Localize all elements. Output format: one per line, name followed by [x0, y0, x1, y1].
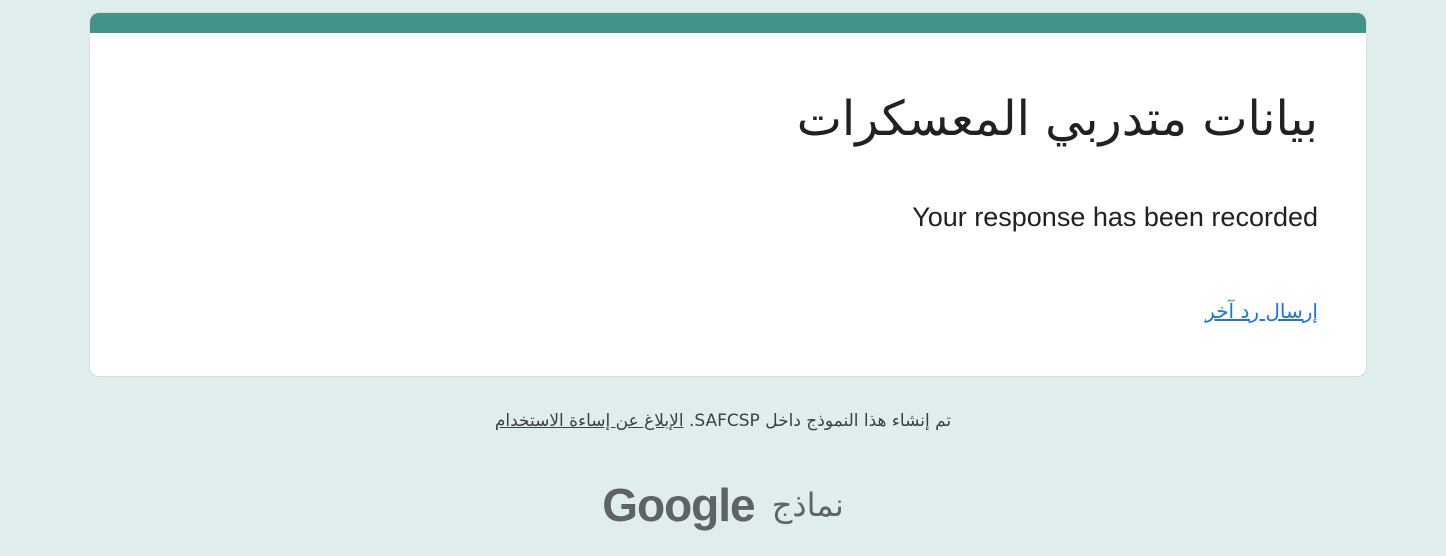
report-abuse-link[interactable]: الإبلاغ عن إساءة الاستخدام: [495, 411, 684, 431]
brand-google-label: Google: [602, 479, 755, 531]
confirmation-message: Your response has been recorded: [912, 202, 1318, 232]
google-forms-logo[interactable]: نماذج Google: [0, 478, 1446, 532]
brand-forms-label: نماذج: [771, 486, 844, 524]
card-accent-bar: [90, 13, 1366, 33]
response-card: بيانات متدربي المعسكرات Your response ha…: [89, 12, 1367, 377]
submit-another-response-link[interactable]: إرسال رد آخر: [1205, 299, 1318, 323]
form-title: بيانات متدربي المعسكرات: [796, 91, 1318, 147]
footer-note: تم إنشاء هذا النموذج داخل SAFCSP. الإبلا…: [0, 410, 1446, 432]
card-body: بيانات متدربي المعسكرات Your response ha…: [130, 33, 1318, 376]
form-created-text: تم إنشاء هذا النموذج داخل SAFCSP.: [688, 411, 952, 431]
